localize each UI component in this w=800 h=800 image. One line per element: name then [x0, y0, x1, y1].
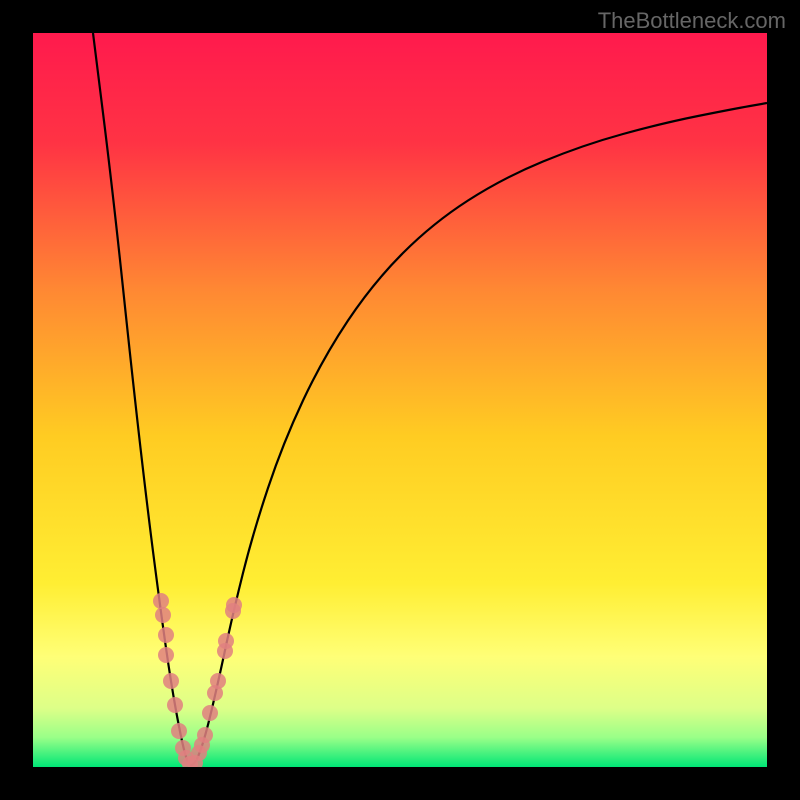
scatter-point: [226, 597, 242, 613]
scatter-point: [202, 705, 218, 721]
scatter-point: [158, 647, 174, 663]
scatter-point: [155, 607, 171, 623]
scatter-point: [218, 633, 234, 649]
scatter-points-group: [153, 593, 242, 767]
scatter-point: [163, 673, 179, 689]
bottleneck-curve: [93, 33, 767, 765]
scatter-point: [171, 723, 187, 739]
scatter-point: [167, 697, 183, 713]
curve-path-group: [93, 33, 767, 765]
chart-svg: [33, 33, 767, 767]
chart-container: [33, 33, 767, 767]
watermark-text: TheBottleneck.com: [598, 8, 786, 34]
scatter-point: [210, 673, 226, 689]
scatter-point: [158, 627, 174, 643]
scatter-point: [197, 727, 213, 743]
scatter-point: [153, 593, 169, 609]
